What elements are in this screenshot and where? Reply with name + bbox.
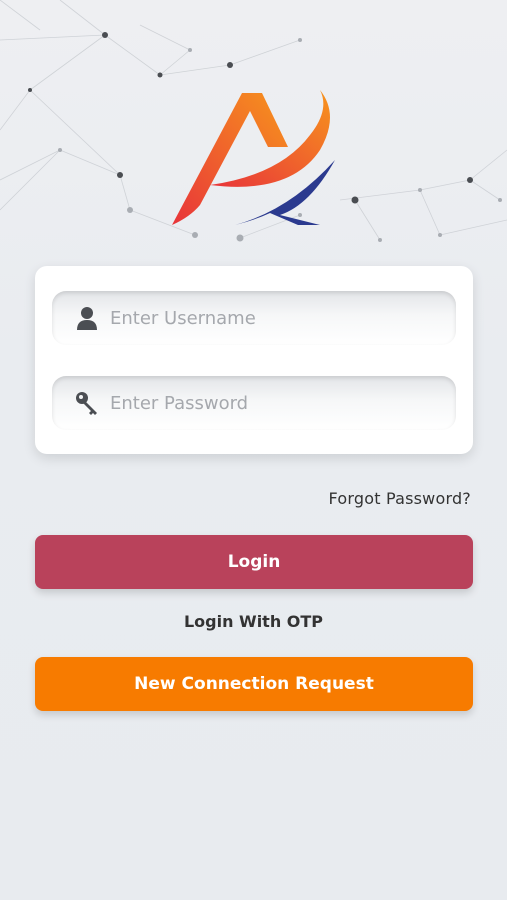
username-input[interactable]	[110, 301, 440, 335]
new-connection-request-button[interactable]: New Connection Request	[35, 657, 473, 711]
user-icon	[77, 307, 97, 330]
password-input[interactable]	[110, 386, 440, 420]
username-field[interactable]	[52, 291, 456, 345]
login-card	[35, 266, 473, 454]
password-field[interactable]	[52, 376, 456, 430]
key-icon	[76, 392, 97, 415]
login-button[interactable]: Login	[35, 535, 473, 589]
forgot-password-link[interactable]: Forgot Password?	[329, 489, 471, 508]
login-with-otp-link[interactable]: Login With OTP	[0, 612, 507, 631]
app-logo	[172, 90, 335, 225]
